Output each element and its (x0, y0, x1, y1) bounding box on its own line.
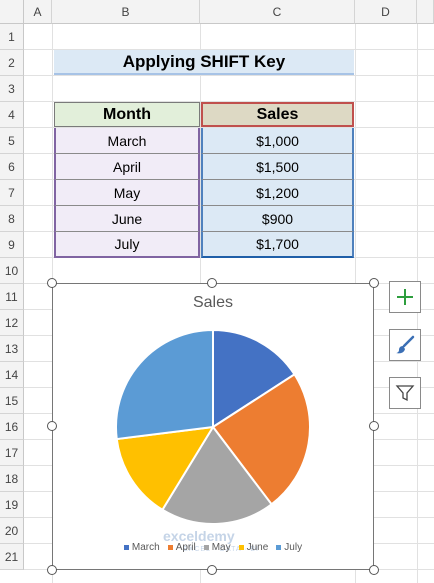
resize-handle-bottom[interactable] (207, 565, 217, 575)
column-header-c[interactable]: C (200, 0, 355, 24)
resize-handle-left[interactable] (47, 421, 57, 431)
legend-item-july[interactable]: July (276, 542, 302, 553)
legend-label: July (284, 542, 303, 553)
resize-handle-top[interactable] (207, 278, 217, 288)
plus-icon (397, 289, 413, 305)
row-header-4[interactable]: 4 (0, 102, 24, 128)
table-cell-month[interactable]: June (54, 206, 200, 232)
table-header-sales[interactable]: Sales (201, 102, 354, 127)
row-header-11[interactable]: 11 (0, 284, 24, 310)
resize-handle-top-left[interactable] (47, 278, 57, 288)
pie-slice-july[interactable] (115, 328, 214, 441)
legend-swatch (276, 545, 282, 550)
sheet-title-cell[interactable]: Applying SHIFT Key (54, 50, 354, 75)
pie-chart-container[interactable]: Sales exceldemy EXCEL · DATA · BI March A… (52, 283, 374, 570)
table-cell-month[interactable]: May (54, 180, 200, 206)
resize-handle-bottom-right[interactable] (369, 565, 379, 575)
table-cell-month[interactable]: March (54, 128, 200, 154)
row-header-9[interactable]: 9 (0, 232, 24, 258)
legend-label: May (211, 542, 231, 553)
row-header-13[interactable]: 13 (0, 336, 24, 362)
brush-icon (396, 335, 415, 354)
resize-handle-right[interactable] (369, 421, 379, 431)
legend-label: March (131, 542, 160, 553)
legend-item-may[interactable]: May (203, 542, 231, 553)
table-cell-sales[interactable]: $1,200 (201, 180, 354, 206)
select-all-corner[interactable] (0, 0, 24, 24)
column-header-d[interactable]: D (355, 0, 417, 24)
row-header-21[interactable]: 21 (0, 544, 24, 570)
row-header-16[interactable]: 16 (0, 414, 24, 440)
chart-elements-button[interactable] (389, 281, 421, 313)
row-header-7[interactable]: 7 (0, 180, 24, 206)
table-cell-sales[interactable]: $1,500 (201, 154, 354, 180)
column-header-a[interactable]: A (24, 0, 52, 24)
row-header-3[interactable]: 3 (0, 76, 24, 102)
row-header-20[interactable]: 20 (0, 518, 24, 544)
legend-swatch (123, 545, 129, 550)
legend-item-march[interactable]: March (123, 542, 160, 553)
row-header-18[interactable]: 18 (0, 466, 24, 492)
row-header-1[interactable]: 1 (0, 24, 24, 50)
legend-item-april[interactable]: April (167, 542, 196, 553)
row-header-10[interactable]: 10 (0, 258, 24, 284)
row-header-19[interactable]: 19 (0, 492, 24, 518)
table-cell-sales[interactable]: $1,700 (201, 232, 354, 258)
row-header-15[interactable]: 15 (0, 388, 24, 414)
resize-handle-bottom-left[interactable] (47, 565, 57, 575)
chart-legend[interactable]: March April May June July (53, 542, 373, 553)
legend-item-june[interactable]: June (238, 542, 269, 553)
row-header-5[interactable]: 5 (0, 128, 24, 154)
row-header-6[interactable]: 6 (0, 154, 24, 180)
row-header-12[interactable]: 12 (0, 310, 24, 336)
table-cell-sales[interactable]: $1,000 (201, 128, 354, 154)
legend-swatch (203, 545, 209, 550)
legend-swatch (238, 545, 244, 550)
legend-swatch (167, 545, 173, 550)
table-cell-month[interactable]: July (54, 232, 200, 258)
resize-handle-top-right[interactable] (369, 278, 379, 288)
chart-styles-button[interactable] (389, 329, 421, 361)
legend-label: June (246, 542, 269, 553)
row-header-8[interactable]: 8 (0, 206, 24, 232)
filter-icon (395, 385, 415, 402)
legend-label: April (175, 542, 196, 553)
row-header-2[interactable]: 2 (0, 50, 24, 76)
gridline (24, 75, 434, 76)
table-header-month[interactable]: Month (54, 102, 200, 127)
column-header-b[interactable]: B (52, 0, 200, 24)
table-cell-sales[interactable]: $900 (201, 206, 354, 232)
column-header-next[interactable] (417, 0, 434, 24)
table-cell-month[interactable]: April (54, 154, 200, 180)
chart-filters-button[interactable] (389, 377, 421, 409)
row-header-14[interactable]: 14 (0, 362, 24, 388)
row-header-17[interactable]: 17 (0, 440, 24, 466)
